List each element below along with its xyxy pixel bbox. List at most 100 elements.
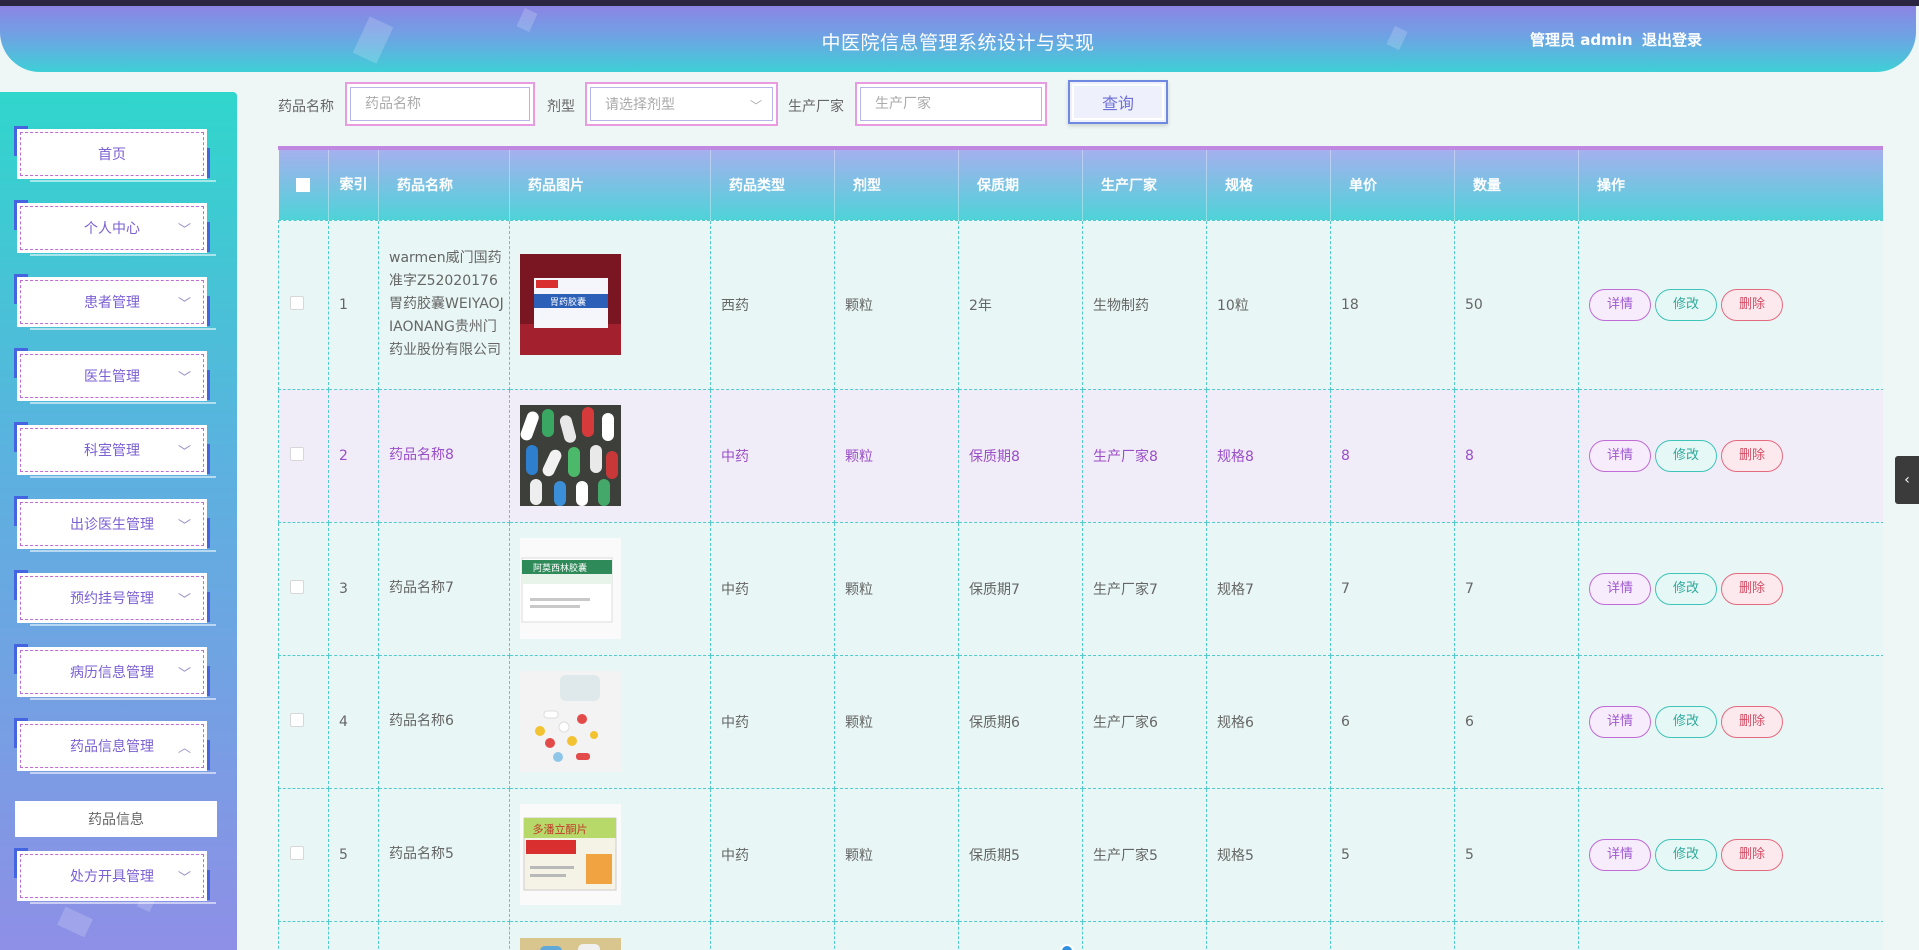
logout-link[interactable]: 退出登录 [1642,29,1702,50]
drug-name-input[interactable] [365,96,533,112]
collapse-panel-icon[interactable]: ‹ [1895,456,1919,504]
row-checkbox[interactable] [290,295,304,310]
edit-button[interactable]: 修改 [1655,705,1717,738]
shelf-life: 保质期5 [958,787,1083,922]
drug-table: 索引 药品名称 药品图片 药品类型 剂型 保质期 生产厂家 规格 单价 数量 操… [278,146,1883,950]
search-button[interactable]: 查询 [1068,80,1168,124]
current-user: 管理员 admin [1530,31,1633,49]
delete-button[interactable]: 删除 [1721,439,1783,472]
sidebar-item-records[interactable]: 病历信息管理 ﹀ [14,644,216,700]
sidebar-item-duty-doctors[interactable]: 出诊医生管理 ﹀ [14,496,216,552]
sidebar-item-label: 预约挂号管理 [70,591,154,607]
drug-name-input-wrap [345,82,535,126]
chevron-down-icon: ﹀ [177,871,191,886]
sidebar: 首页 个人中心 ﹀ 患者管理 ﹀ 医生管理 ﹀ 科室管理 ﹀ 出诊医生管理 ﹀ 预约挂号管… [0,92,237,950]
sidebar-item-drugs[interactable]: 药品信息管理 ︿ [14,718,216,774]
edit-button[interactable]: 修改 [1655,439,1717,472]
dosage-form: 颗粒 [834,388,959,523]
delete-button[interactable]: 删除 [1721,572,1783,605]
edit-button[interactable]: 修改 [1655,288,1717,321]
chevron-down-icon: ﹀ [177,371,191,386]
row-checkbox[interactable] [290,712,304,727]
edit-button[interactable]: 修改 [1655,838,1717,871]
row-checkbox[interactable] [290,579,304,594]
delete-button[interactable]: 删除 [1721,838,1783,871]
header-index: 索引 [328,150,379,220]
spec: 规格6 [1206,654,1331,789]
sidebar-item-patients[interactable]: 患者管理 ﹀ [14,274,216,330]
drug-name: 药品名称7 [389,580,454,596]
table-row[interactable]: 2 药品名称8 中药 颗粒 保质期8 生产厂家8 规格8 8 8 详情 修改 删… [278,388,1883,523]
drug-image-stomach-capsule[interactable]: 胃药胶囊 [520,254,621,355]
drug-name: warmen威门国药准字Z52020176胃药胶囊WEIYAOJIAONANG贵… [389,250,504,358]
spec: 规格8 [1206,388,1331,523]
sidebar-item-profile[interactable]: 个人中心 ﹀ [14,200,216,256]
shelf-life: 2年 [958,219,1083,390]
drug-name: 药品名称8 [389,447,454,463]
drug-name: 药品名称5 [389,846,454,862]
dosage-form: 颗粒 [834,521,959,656]
detail-button[interactable]: 详情 [1589,838,1651,871]
detail-button[interactable]: 详情 [1589,705,1651,738]
unit-price: 8 [1330,388,1455,523]
header-name: 药品名称 [378,150,510,220]
spec: 规格5 [1206,787,1331,922]
sidebar-item-home[interactable]: 首页 [14,126,216,182]
app-header: 中医院信息管理系统设计与实现 管理员 admin 退出登录 [0,6,1916,72]
header-image: 药品图片 [509,150,711,220]
row-checkbox[interactable] [290,845,304,860]
manufacturer-label: 生产厂家 [788,99,844,115]
drug-image-pills[interactable] [520,671,621,772]
delete-button[interactable]: 删除 [1721,288,1783,321]
header-price: 单价 [1330,150,1455,220]
dosage-form-placeholder: 请选择剂型 [605,97,675,113]
drug-name-label: 药品名称 [278,99,334,115]
chevron-down-icon: ﹀ [177,667,191,682]
header-actions: 操作 [1578,150,1883,220]
sidebar-item-label: 医生管理 [84,369,140,385]
sidebar-item-label: 首页 [98,147,126,163]
table-row[interactable] [278,920,1883,950]
sidebar-item-prescriptions[interactable]: 处方开具管理 ﹀ [14,848,216,904]
spec: 10粒 [1206,219,1331,390]
table-row[interactable]: 3 药品名称7 阿莫西林胶囊 中药 颗粒 保质期7 生产厂家7 规格7 7 7 … [278,521,1883,656]
chevron-down-icon: ﹀ [749,99,762,113]
detail-button[interactable]: 详情 [1589,439,1651,472]
drug-type: 西药 [710,219,835,390]
sidebar-item-label: 患者管理 [84,295,140,311]
sidebar-item-label: 病历信息管理 [70,665,154,681]
table-row[interactable]: 1 warmen威门国药准字Z52020176胃药胶囊WEIYAOJIAONAN… [278,219,1883,390]
manufacturer: 生产厂家5 [1082,787,1207,922]
drug-image-partial[interactable] [520,937,621,950]
drug-image-amoxicillin[interactable]: 阿莫西林胶囊 [520,538,621,639]
edit-button[interactable]: 修改 [1655,572,1717,605]
dosage-form: 颗粒 [834,219,959,390]
header-manufacturer: 生产厂家 [1082,150,1207,220]
drug-image-domperidone[interactable]: 多潘立酮片 [520,804,621,905]
quantity: 5 [1454,787,1579,922]
manufacturer: 生产厂家7 [1082,521,1207,656]
header-form: 剂型 [834,150,959,220]
manufacturer: 生产厂家6 [1082,654,1207,789]
row-index: 2 [328,388,379,523]
table-row[interactable]: 4 药品名称6 中药 颗粒 保质期6 生产厂家6 规格6 6 6 详情 修改 删… [278,654,1883,789]
delete-button[interactable]: 删除 [1721,705,1783,738]
dosage-form-select[interactable]: 请选择剂型 ﹀ [585,82,778,126]
table-header-row: 索引 药品名称 药品图片 药品类型 剂型 保质期 生产厂家 规格 单价 数量 操… [278,150,1883,220]
sidebar-item-departments[interactable]: 科室管理 ﹀ [14,422,216,478]
dosage-form-label: 剂型 [547,99,575,115]
sidebar-item-appointments[interactable]: 预约挂号管理 ﹀ [14,570,216,626]
svg-text:胃药胶囊: 胃药胶囊 [550,296,586,308]
row-checkbox[interactable] [290,446,304,461]
chevron-down-icon: ﹀ [177,593,191,608]
detail-button[interactable]: 详情 [1589,572,1651,605]
table-row[interactable]: 5 药品名称5 多潘立酮片 中药 颗粒 保质期5 生产厂家5 规格5 5 5 详… [278,787,1883,922]
select-all-checkbox[interactable] [296,177,311,192]
sidebar-item-doctors[interactable]: 医生管理 ﹀ [14,348,216,404]
detail-button[interactable]: 详情 [1589,288,1651,321]
sidebar-item-label: 出诊医生管理 [70,517,154,533]
manufacturer-input[interactable] [875,96,1045,112]
drug-image-capsules[interactable] [520,405,621,506]
sidebar-subitem-drug-info[interactable]: 药品信息 [15,801,217,837]
chevron-down-icon: ﹀ [177,223,191,238]
